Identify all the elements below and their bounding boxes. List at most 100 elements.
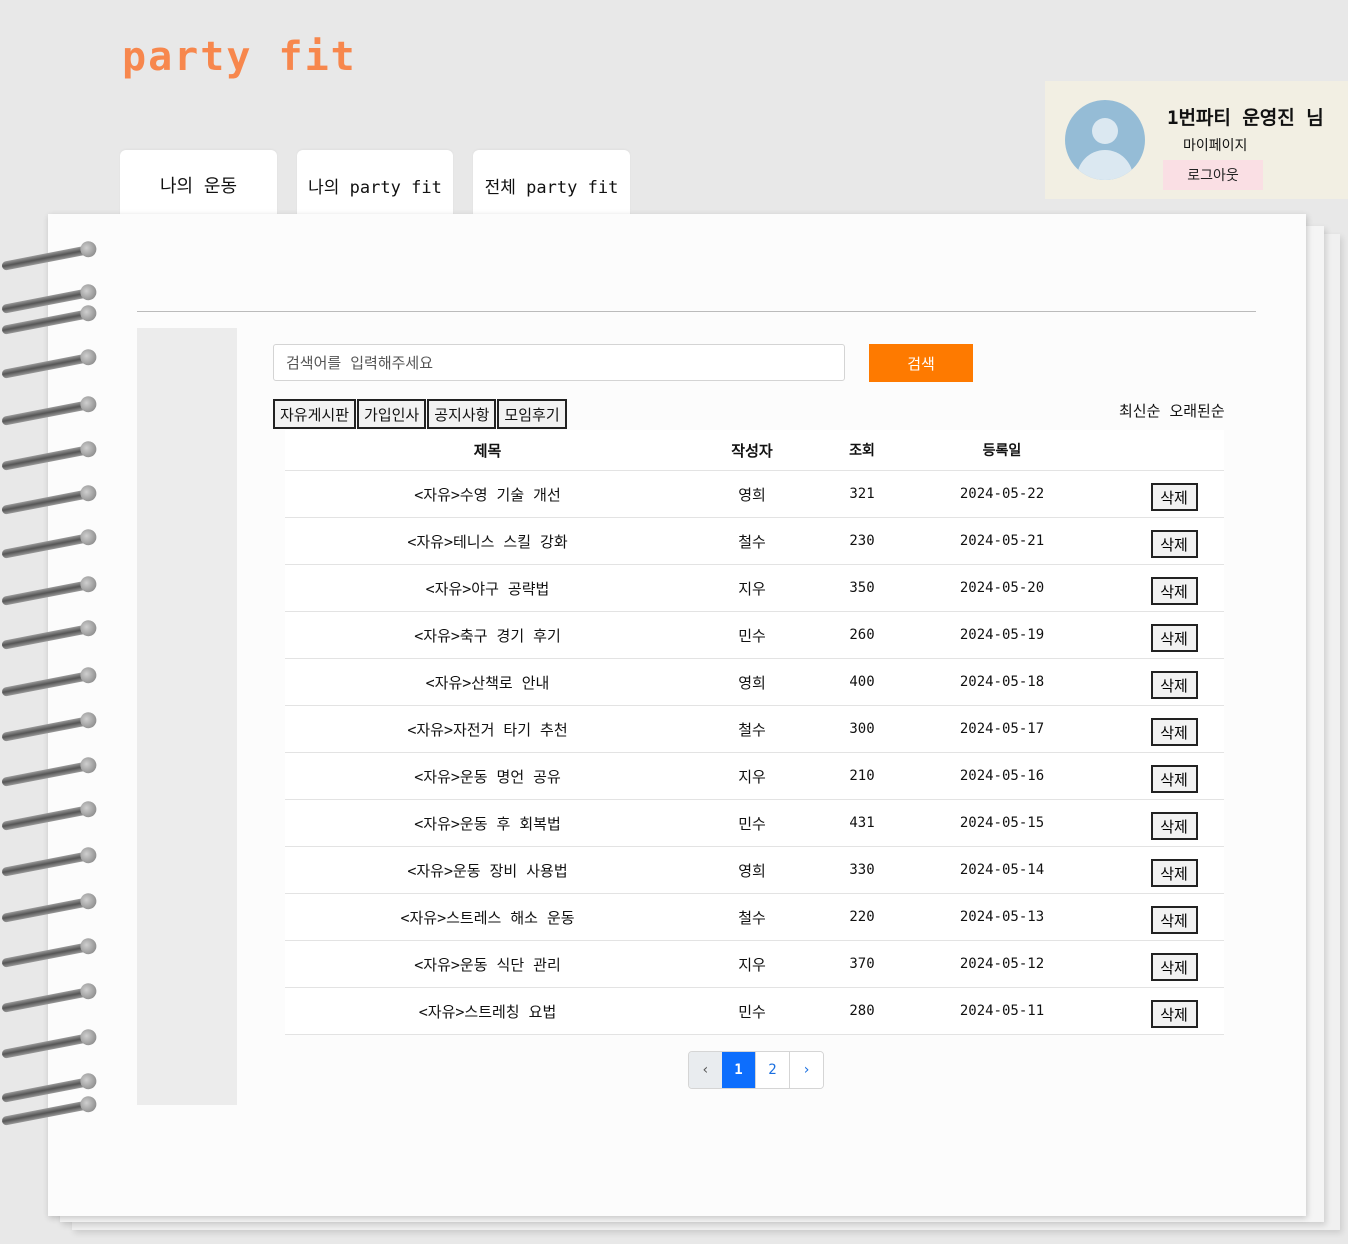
delete-button[interactable]: 삭제 [1150, 953, 1198, 981]
delete-button[interactable]: 삭제 [1150, 483, 1198, 511]
post-views: 330 [849, 862, 875, 878]
post-title[interactable]: <자유>자전거 타기 추천 [285, 719, 690, 740]
search-input[interactable] [273, 344, 845, 381]
table-row: <자유>운동 식단 관리 지우 370 2024-05-12 삭제 [285, 941, 1224, 988]
delete-button[interactable]: 삭제 [1150, 671, 1198, 699]
profile-name: 1번파티 운영진 님 [1167, 107, 1324, 129]
post-views: 260 [849, 627, 875, 643]
post-title[interactable]: <자유>스트레칭 요법 [285, 1001, 690, 1022]
sort-options: 최신순 오래된순 [1119, 400, 1225, 421]
delete-button[interactable]: 삭제 [1150, 718, 1198, 746]
category-buttons: 자유게시판 가입인사 공지사항 모임후기 [273, 399, 568, 429]
post-author: 철수 [738, 532, 766, 551]
tab-my-party-fit[interactable]: 나의 party fit [297, 150, 453, 220]
avatar [1065, 100, 1145, 180]
post-title[interactable]: <자유>운동 명언 공유 [285, 766, 690, 787]
profile-card: 1번파티 운영진 님 마이페이지 로그아웃 [1045, 81, 1348, 199]
post-title[interactable]: <자유>축구 경기 후기 [285, 625, 690, 646]
table-header: 제목 작성자 조회 등록일 [285, 430, 1224, 471]
post-author: 지우 [738, 767, 766, 786]
post-views: 321 [849, 486, 875, 502]
table-row: <자유>테니스 스킬 강화 철수 230 2024-05-21 삭제 [285, 518, 1224, 565]
delete-button[interactable]: 삭제 [1150, 1000, 1198, 1028]
post-author: 철수 [738, 720, 766, 739]
post-author: 영희 [738, 673, 766, 692]
post-author: 지우 [738, 579, 766, 598]
category-meeting-reviews[interactable]: 모임후기 [497, 399, 567, 429]
post-date: 2024-05-14 [959, 862, 1045, 878]
mypage-link[interactable]: 마이페이지 [1183, 135, 1247, 155]
table-row: <자유>스트레칭 요법 민수 280 2024-05-11 삭제 [285, 988, 1224, 1035]
tab-my-workout[interactable]: 나의 운동 [120, 150, 277, 220]
pagination: ‹ 1 2 › [688, 1051, 824, 1089]
post-author: 철수 [738, 908, 766, 927]
header-views: 조회 [849, 443, 875, 459]
post-views: 350 [849, 580, 875, 596]
search-button[interactable]: 검색 [869, 344, 973, 382]
sidebar [137, 328, 237, 1105]
post-title[interactable]: <자유>산책로 안내 [285, 672, 690, 693]
logout-button[interactable]: 로그아웃 [1163, 160, 1263, 190]
delete-button[interactable]: 삭제 [1150, 765, 1198, 793]
table-row: <자유>축구 경기 후기 민수 260 2024-05-19 삭제 [285, 612, 1224, 659]
table-row: <자유>스트레스 해소 운동 철수 220 2024-05-13 삭제 [285, 894, 1224, 941]
category-notices[interactable]: 공지사항 [427, 399, 497, 429]
table-row: <자유>야구 공략법 지우 350 2024-05-20 삭제 [285, 565, 1224, 612]
category-free-board[interactable]: 자유게시판 [273, 399, 357, 429]
post-date: 2024-05-21 [959, 533, 1045, 549]
post-date: 2024-05-19 [959, 627, 1045, 643]
post-views: 300 [849, 721, 875, 737]
tab-all-party-fit[interactable]: 전체 party fit [473, 150, 630, 220]
delete-button[interactable]: 삭제 [1150, 859, 1198, 887]
posts-table: 제목 작성자 조회 등록일 <자유>수영 기술 개선 영희 321 2024-05-2… [285, 430, 1224, 1035]
post-author: 민수 [738, 1002, 766, 1021]
post-views: 431 [849, 815, 875, 831]
post-date: 2024-05-15 [959, 815, 1045, 831]
post-title[interactable]: <자유>테니스 스킬 강화 [285, 531, 690, 552]
table-row: <자유>운동 명언 공유 지우 210 2024-05-16 삭제 [285, 753, 1224, 800]
delete-button[interactable]: 삭제 [1150, 906, 1198, 934]
app-logo[interactable]: party fit [122, 34, 357, 80]
table-row: <자유>산책로 안내 영희 400 2024-05-18 삭제 [285, 659, 1224, 706]
sort-latest[interactable]: 최신순 [1119, 402, 1160, 420]
post-date: 2024-05-13 [959, 909, 1045, 925]
post-date: 2024-05-18 [959, 674, 1045, 690]
post-date: 2024-05-20 [959, 580, 1045, 596]
post-author: 지우 [738, 955, 766, 974]
delete-button[interactable]: 삭제 [1150, 530, 1198, 558]
pagination-page-2[interactable]: 2 [755, 1052, 789, 1088]
post-title[interactable]: <자유>수영 기술 개선 [285, 484, 690, 505]
delete-button[interactable]: 삭제 [1150, 577, 1198, 605]
table-row: <자유>운동 장비 사용법 영희 330 2024-05-14 삭제 [285, 847, 1224, 894]
post-date: 2024-05-11 [959, 1003, 1045, 1019]
sort-oldest[interactable]: 오래된순 [1169, 402, 1224, 420]
post-views: 280 [849, 1003, 875, 1019]
post-author: 영희 [738, 861, 766, 880]
table-row: <자유>운동 후 회복법 민수 431 2024-05-15 삭제 [285, 800, 1224, 847]
category-greetings[interactable]: 가입인사 [357, 399, 427, 429]
post-views: 220 [849, 909, 875, 925]
post-title[interactable]: <자유>운동 식단 관리 [285, 954, 690, 975]
post-views: 400 [849, 674, 875, 690]
pagination-prev[interactable]: ‹ [689, 1052, 722, 1088]
post-author: 영희 [738, 485, 766, 504]
table-row: <자유>수영 기술 개선 영희 321 2024-05-22 삭제 [285, 471, 1224, 518]
pagination-page-1[interactable]: 1 [722, 1052, 755, 1088]
post-views: 370 [849, 956, 875, 972]
delete-button[interactable]: 삭제 [1150, 624, 1198, 652]
post-date: 2024-05-22 [959, 486, 1045, 502]
header-date: 등록일 [982, 443, 1022, 459]
post-title[interactable]: <자유>스트레스 해소 운동 [285, 907, 690, 928]
post-title[interactable]: <자유>운동 후 회복법 [285, 813, 690, 834]
post-date: 2024-05-12 [959, 956, 1045, 972]
divider [137, 311, 1256, 312]
post-title[interactable]: <자유>야구 공략법 [285, 578, 690, 599]
header-author: 작성자 [731, 441, 773, 460]
post-author: 민수 [738, 814, 766, 833]
post-date: 2024-05-17 [959, 721, 1045, 737]
post-title[interactable]: <자유>운동 장비 사용법 [285, 860, 690, 881]
table-row: <자유>자전거 타기 추천 철수 300 2024-05-17 삭제 [285, 706, 1224, 753]
pagination-next[interactable]: › [789, 1052, 823, 1088]
table-body: <자유>수영 기술 개선 영희 321 2024-05-22 삭제 <자유>테니스 스킬 … [285, 471, 1224, 1035]
delete-button[interactable]: 삭제 [1150, 812, 1198, 840]
